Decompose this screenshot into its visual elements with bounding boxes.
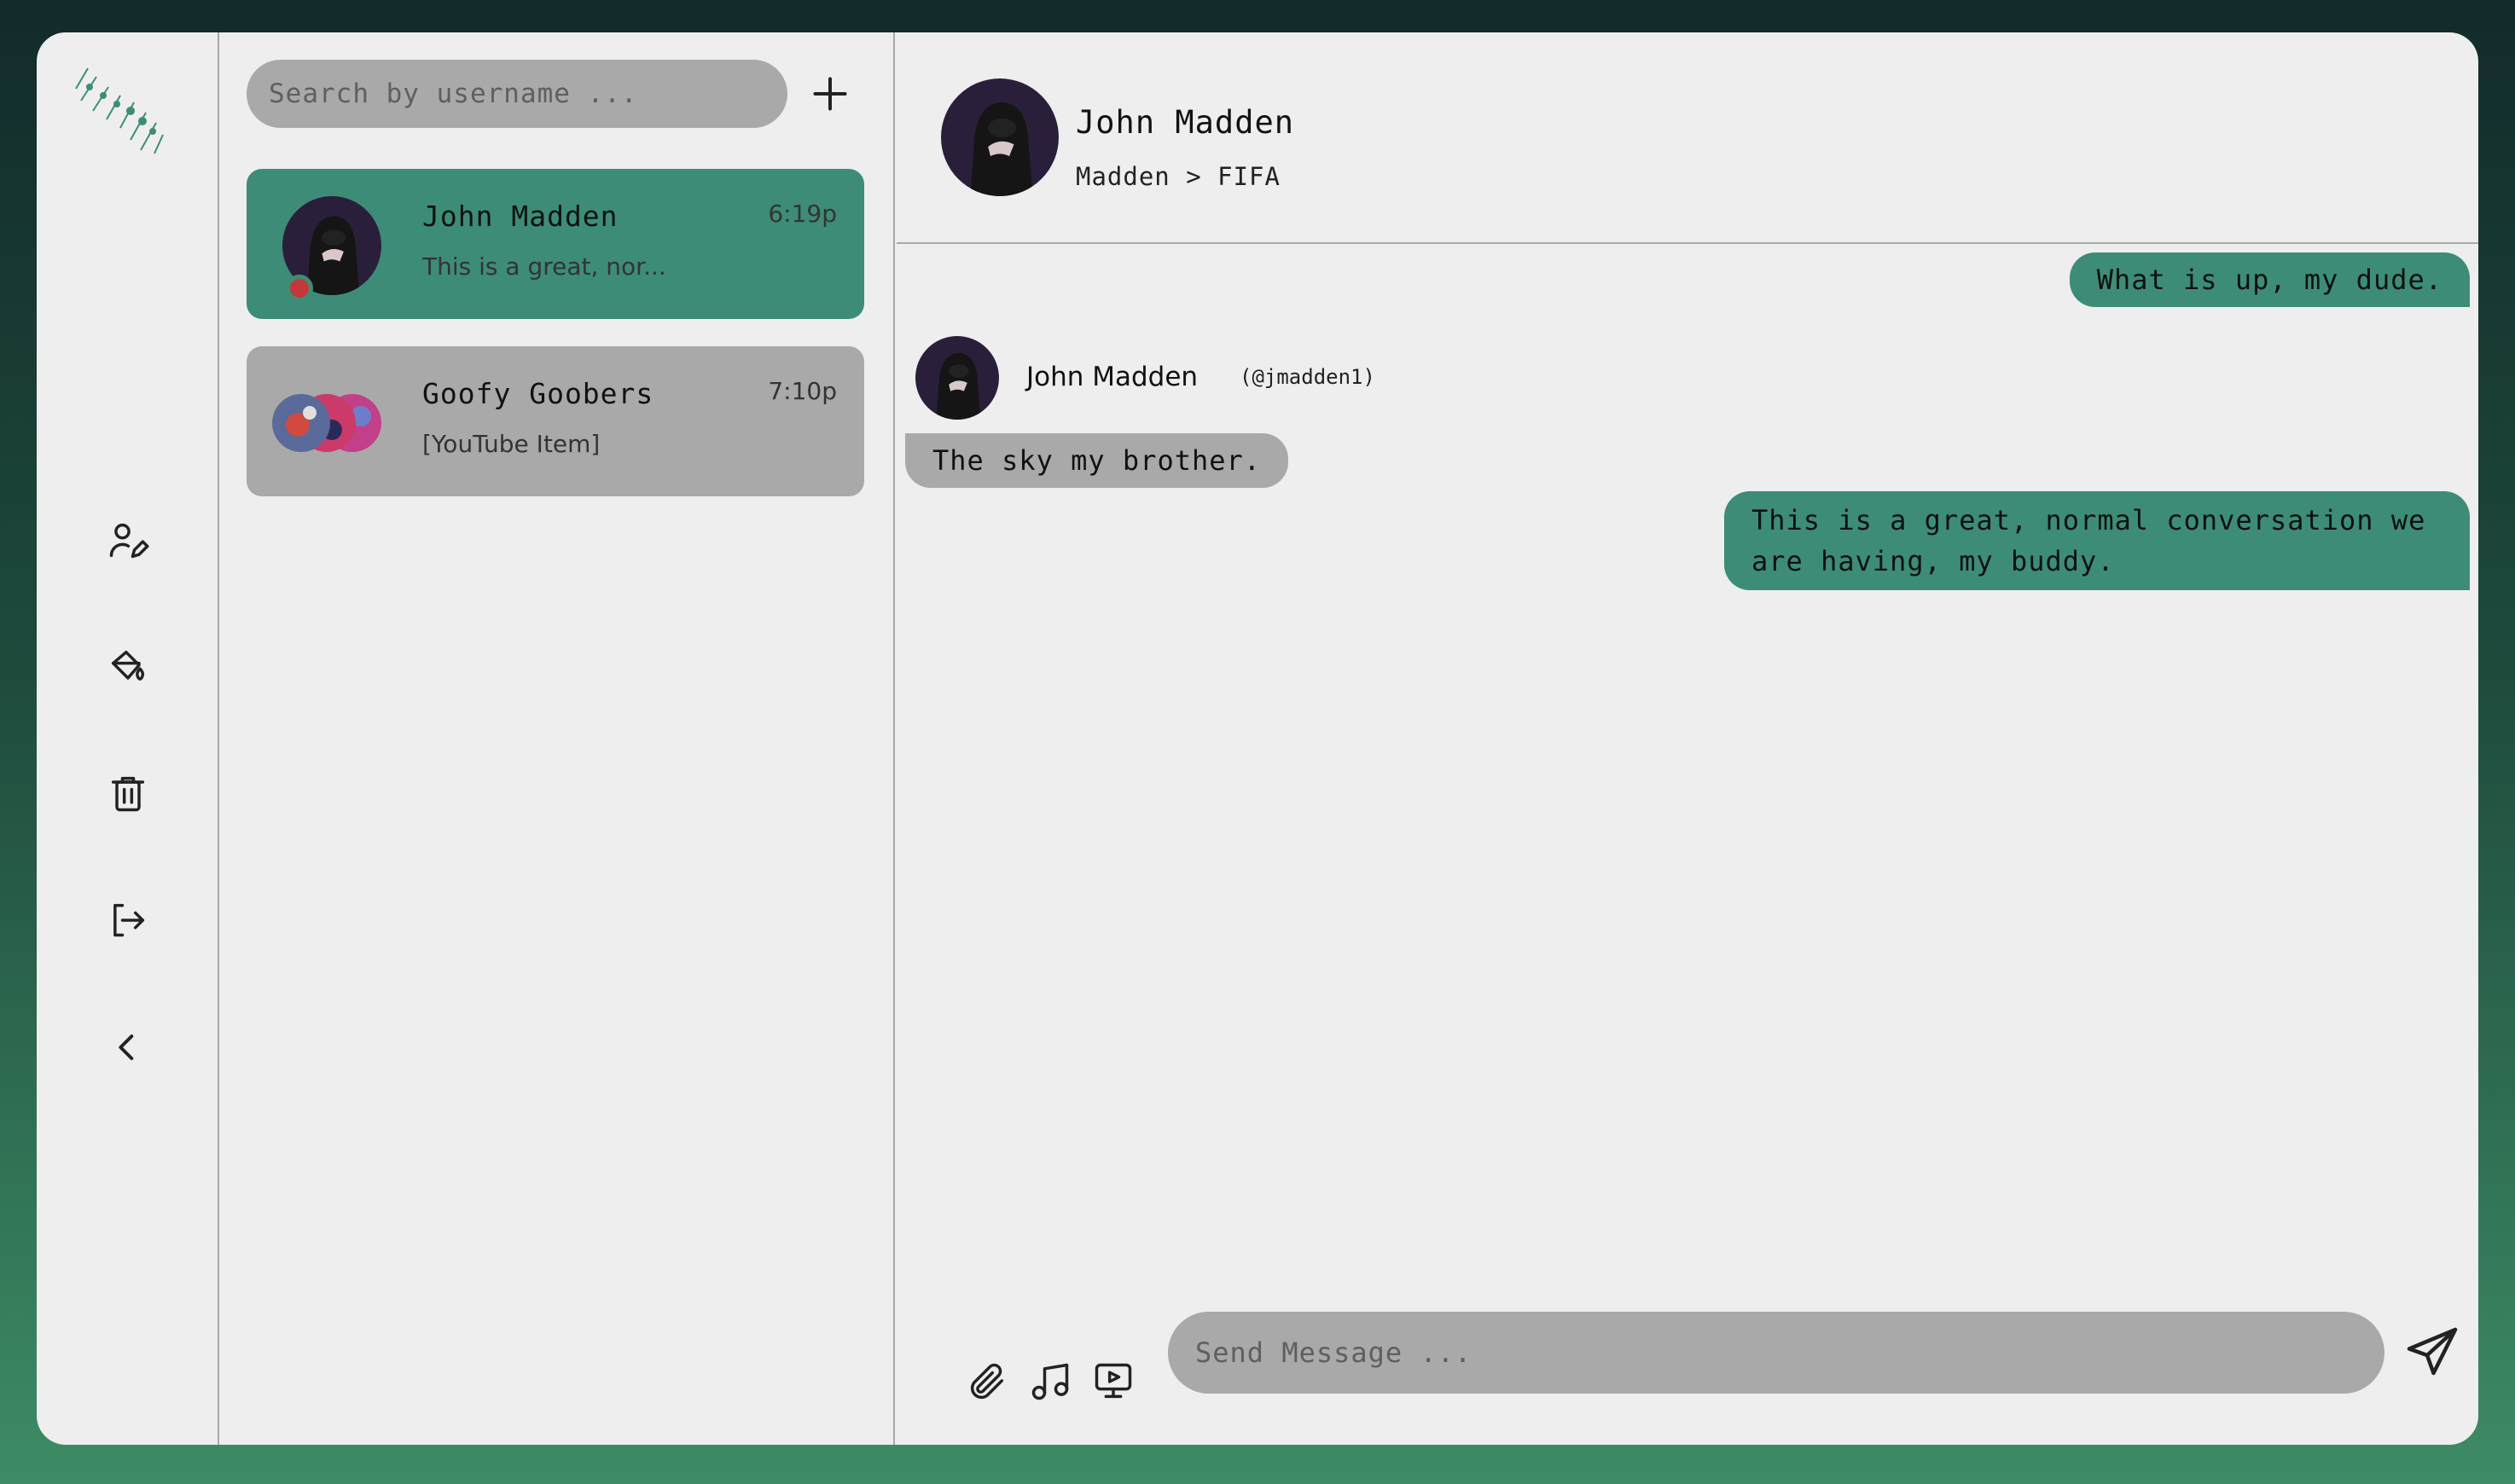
app-logo [71,58,182,169]
trash-icon [111,776,145,812]
collapse-button[interactable] [94,1013,162,1081]
user-edit-icon [109,523,149,559]
app-window: John Madden This is a great, nor... 6:19… [37,32,2478,1445]
video-screen-icon [1095,1363,1132,1399]
chat-title: John Madden [1076,104,1295,141]
chat-panel: John Madden Madden > FIFA What is up, my… [897,32,2478,1445]
conversation-item-goofy-goobers[interactable]: Goofy Goobers [YouTube Item] 7:10p [247,346,864,496]
message-bubble-incoming: The sky my brother. [905,433,1289,488]
icon-rail [37,32,219,1445]
conversation-name: Goofy Goobers [422,377,654,410]
chevron-left-icon [119,1035,134,1060]
conversation-item-john-madden[interactable]: John Madden This is a great, nor... 6:19… [247,169,864,319]
audio-button[interactable] [1028,1359,1072,1404]
sender-name: John Madden [1026,362,1199,392]
attach-button[interactable] [965,1359,1009,1404]
message-input[interactable] [1168,1312,2384,1394]
conversation-name: John Madden [422,200,619,233]
conversation-time: 6:19p [768,200,837,228]
message-bubble-outgoing: This is a great, normal conversation we … [1724,491,2470,590]
avatar [941,78,1059,196]
chat-status: Madden > FIFA [1076,162,1281,191]
conversation-list: John Madden This is a great, nor... 6:19… [221,32,895,1445]
conversation-time: 7:10p [768,377,837,405]
send-button[interactable] [2402,1322,2463,1383]
group-avatar [272,394,381,452]
music-note-icon [1031,1363,1069,1400]
conversation-preview: This is a great, nor... [422,252,666,281]
status-badge [286,275,313,302]
theme-button[interactable] [94,633,162,701]
chat-header: John Madden Madden > FIFA [897,32,2478,244]
message-bubble-outgoing: What is up, my dude. [2069,252,2470,307]
plus-icon [813,77,847,111]
delete-button[interactable] [94,759,162,827]
conversation-preview: [YouTube Item] [422,430,601,458]
logout-icon [113,903,145,937]
paperclip-icon [970,1363,1004,1400]
send-icon [2407,1327,2458,1376]
video-button[interactable] [1091,1359,1136,1404]
avatar [915,336,999,420]
edit-profile-button[interactable] [94,507,162,575]
logout-button[interactable] [94,886,162,954]
new-conversation-button[interactable] [804,68,856,119]
search-input[interactable] [247,60,787,128]
sender-handle: (@jmadden1) [1240,365,1375,389]
paint-bucket-icon [111,650,145,681]
